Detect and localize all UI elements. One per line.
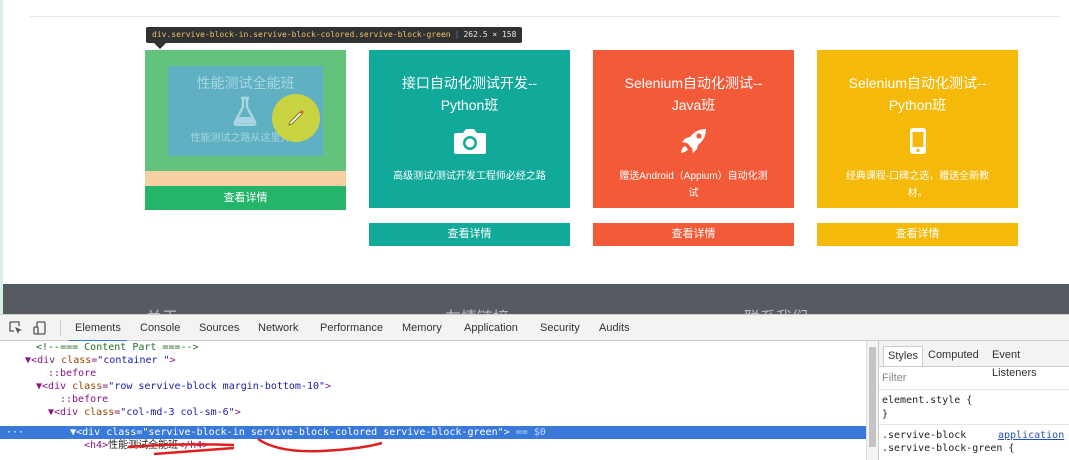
tree-row-before[interactable]: ::before bbox=[0, 367, 866, 380]
tree-pseudo-before: ::before bbox=[60, 394, 109, 405]
tree-attr-value: container bbox=[103, 355, 164, 366]
styles-pane: Styles Computed Event Listeners Filter e… bbox=[878, 341, 1069, 460]
card-desc: 赠送Android（Appium）自动化测试 bbox=[619, 171, 768, 199]
tab-elements[interactable]: Elements bbox=[69, 315, 127, 342]
tab-computed[interactable]: Computed bbox=[924, 346, 983, 366]
card-performance-padding bbox=[145, 171, 346, 186]
tree-attr-name: class bbox=[106, 427, 137, 438]
camera-icon bbox=[452, 126, 488, 161]
tree-attr-value: servive-block-in servive-block-colored s… bbox=[148, 427, 498, 438]
top-divider bbox=[30, 16, 1060, 17]
tooltip-size: 262.5 × 158 bbox=[463, 30, 517, 39]
card-desc: 经典课程-口碑之选，赠送全新教材。 bbox=[845, 171, 990, 199]
tab-memory[interactable]: Memory bbox=[396, 315, 448, 342]
card-title: 接口自动化测试开发--Python班 bbox=[401, 75, 538, 113]
inspector-tooltip: div.servive-block-in.servive-block-color… bbox=[146, 27, 523, 43]
inspect-element-icon[interactable] bbox=[9, 321, 23, 335]
tree-attr-name: class bbox=[84, 407, 115, 418]
tree-tag-name: div bbox=[37, 355, 56, 366]
tree-ellipsis: ··· bbox=[6, 427, 25, 438]
tree-row-col-div[interactable]: ▼<div class="col-md-3 col-sm-6"> bbox=[0, 406, 866, 419]
pencil-annotation-icon bbox=[272, 94, 320, 142]
card-selenium-python-details-button[interactable]: 查看详情 bbox=[817, 223, 1018, 246]
rule-close-brace: } bbox=[882, 409, 889, 420]
flask-icon bbox=[232, 96, 258, 131]
rule-element-style: element.style { bbox=[882, 395, 973, 406]
tree-h4-text: 性能测试全能班 bbox=[108, 440, 179, 451]
tooltip-selector: div.servive-block-in.servive-block-color… bbox=[152, 30, 451, 39]
device-toolbar-icon[interactable] bbox=[33, 321, 47, 335]
tree-selected-marker: == $0 bbox=[515, 427, 546, 438]
tab-performance[interactable]: Performance bbox=[314, 315, 389, 342]
tree-pseudo-before: ::before bbox=[48, 368, 97, 379]
styles-divider bbox=[879, 389, 1069, 390]
card-desc: 高级测试/测试开发工程师必经之路 bbox=[393, 171, 546, 182]
elements-tree[interactable]: <!--=== Content Part ===--> ▼<div class=… bbox=[0, 341, 866, 460]
tree-row-container[interactable]: ▼<div class="container "> bbox=[0, 354, 866, 367]
card-title: Selenium自动化测试--Python班 bbox=[848, 75, 987, 113]
screenshot-root: div.servive-block-in.servive-block-color… bbox=[0, 0, 1069, 460]
mobile-icon bbox=[909, 127, 927, 160]
styles-tabs: Styles Computed Event Listeners bbox=[879, 341, 1069, 379]
footer-heading-about: 关于 bbox=[146, 304, 178, 314]
tree-attr-value: col-md-3 col-sm-6 bbox=[126, 407, 229, 418]
tree-attr-name: class bbox=[72, 381, 103, 392]
tooltip-arrow bbox=[154, 43, 166, 49]
site-footer: 关于 友情链接 联系我们 bbox=[3, 284, 1069, 314]
tree-row-before-2[interactable]: ::before bbox=[0, 393, 866, 406]
tree-row-h4[interactable]: <h4>性能测试全能班</h4> bbox=[0, 439, 866, 452]
tab-styles[interactable]: Styles bbox=[883, 346, 923, 366]
card-selenium-java-details-button[interactable]: 查看详情 bbox=[593, 223, 794, 246]
tab-security[interactable]: Security bbox=[534, 315, 586, 342]
tab-audits[interactable]: Audits bbox=[593, 315, 636, 342]
tree-row-selected[interactable]: ··· ▼<div class="servive-block-in serviv… bbox=[0, 426, 866, 439]
toolbar-separator bbox=[60, 320, 61, 336]
footer-heading-contact: 联系我们 bbox=[744, 304, 808, 314]
card-title: 性能测试全能班 bbox=[196, 75, 295, 91]
tab-sources[interactable]: Sources bbox=[193, 315, 245, 342]
elements-scrollbar[interactable] bbox=[866, 341, 878, 460]
tree-row-comment[interactable]: <!--=== Content Part ===--> bbox=[0, 341, 866, 354]
card-title: Selenium自动化测试--Java班 bbox=[624, 75, 763, 113]
rocket-icon bbox=[678, 125, 710, 162]
tab-network[interactable]: Network bbox=[252, 315, 304, 342]
rule-selector: .servive-block application bbox=[882, 430, 1064, 441]
footer-heading-links: 友情链接 bbox=[445, 304, 509, 314]
card-selenium-java[interactable]: Selenium自动化测试--Java班 赠送Android（Appium）自动… bbox=[593, 50, 794, 208]
styles-divider bbox=[879, 424, 1069, 425]
tree-row-row-div[interactable]: ▼<div class="row servive-block margin-bo… bbox=[0, 380, 866, 393]
tab-application[interactable]: Application bbox=[458, 315, 524, 342]
card-selenium-python[interactable]: Selenium自动化测试--Python班 经典课程-口碑之选，赠送全新教材。 bbox=[817, 50, 1018, 208]
scrollbar-thumb[interactable] bbox=[869, 347, 876, 447]
card-interface-details-button[interactable]: 查看详情 bbox=[369, 223, 570, 246]
tree-attr-value: row servive-block margin-bottom-10 bbox=[114, 381, 320, 392]
rule-selector-text: .servive-block bbox=[882, 430, 967, 441]
tab-console[interactable]: Console bbox=[134, 315, 186, 342]
tree-comment: <!--=== Content Part ===--> bbox=[36, 342, 199, 353]
card-performance-details-button[interactable]: 查看详情 bbox=[145, 186, 346, 210]
devtools-toolbar: Elements Console Sources Network Perform… bbox=[0, 314, 1069, 342]
styles-filter-input[interactable]: Filter bbox=[882, 372, 906, 384]
tooltip-separator: | bbox=[454, 30, 460, 39]
tab-event-listeners[interactable]: Event Listeners bbox=[988, 346, 1069, 379]
rule-source-link[interactable]: application bbox=[998, 430, 1064, 441]
tree-attr-name: class bbox=[61, 355, 92, 366]
card-interface-python[interactable]: 接口自动化测试开发--Python班 高级测试/测试开发工程师必经之路 bbox=[369, 50, 570, 208]
rule-selector-2: .servive-block-green { bbox=[882, 443, 1015, 454]
